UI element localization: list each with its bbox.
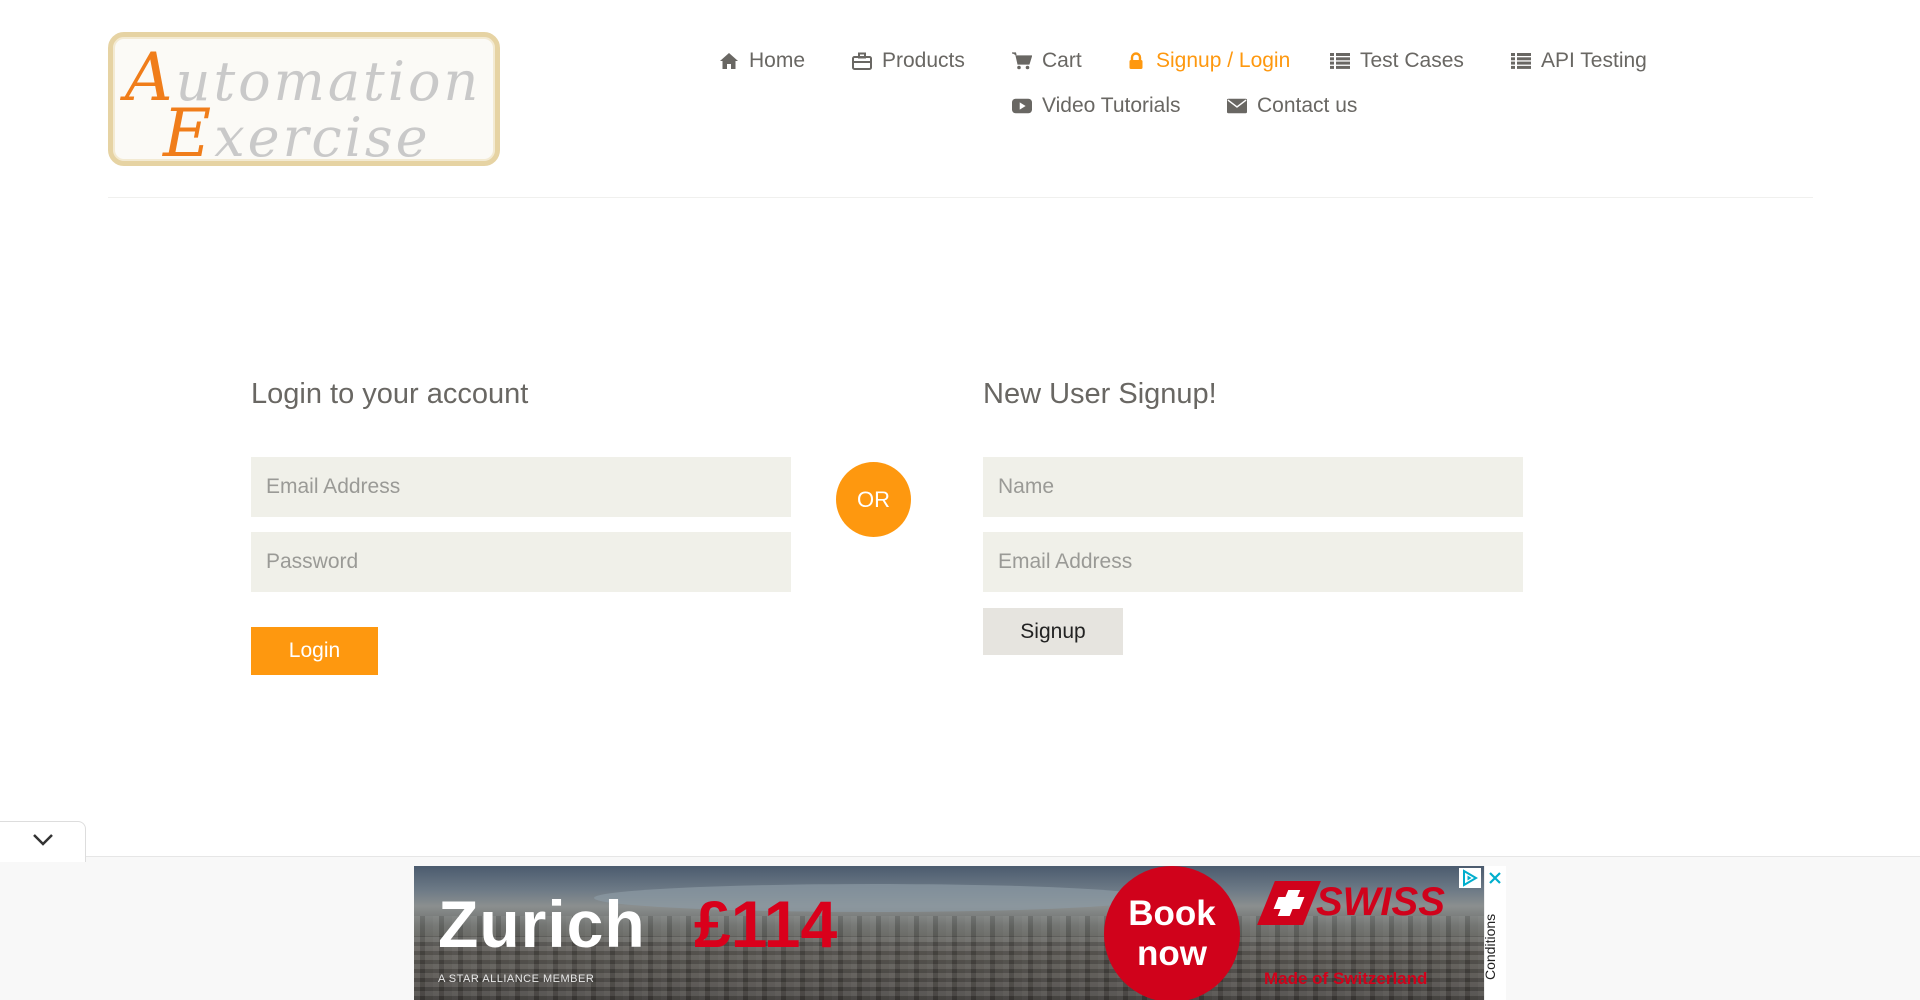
envelope-icon xyxy=(1227,96,1247,116)
signup-name-input[interactable] xyxy=(983,457,1523,517)
nav-signup-login-label: Signup / Login xyxy=(1156,49,1291,72)
ad-book-line2: now xyxy=(1137,934,1207,973)
nav-cart-label: Cart xyxy=(1042,49,1082,72)
nav-api-testing-label: API Testing xyxy=(1541,49,1647,72)
login-title: Login to your account xyxy=(251,378,529,410)
login-button[interactable]: Login xyxy=(251,627,378,675)
nav-home-label: Home xyxy=(749,49,806,72)
ad-lake-image xyxy=(594,884,1154,912)
ad-banner[interactable]: Zurich £114 A STAR ALLIANCE MEMBER Book … xyxy=(414,866,1484,1000)
ad-brand-logo: SWISS xyxy=(1257,880,1445,925)
ad-city-name: Zurich xyxy=(438,887,646,961)
nav-video-tutorials[interactable]: Video Tutorials xyxy=(1012,91,1181,121)
briefcase-icon xyxy=(852,51,872,71)
nav-contact-us[interactable]: Contact us xyxy=(1227,91,1357,121)
logo-text-line2: Exercise xyxy=(163,95,431,172)
or-divider: OR xyxy=(836,462,911,537)
nav-test-cases[interactable]: Test Cases xyxy=(1330,46,1464,76)
login-email-input[interactable] xyxy=(251,457,791,517)
ad-alliance-text: A STAR ALLIANCE MEMBER xyxy=(438,973,595,985)
close-icon[interactable] xyxy=(1485,868,1505,888)
ad-choices-icon[interactable] xyxy=(1459,868,1481,888)
lock-icon xyxy=(1126,51,1146,71)
list-icon xyxy=(1511,51,1531,71)
ad-collapse-toggle[interactable] xyxy=(0,821,86,862)
nav-home[interactable]: Home xyxy=(719,46,805,76)
ad-price: £114 xyxy=(694,887,838,961)
swiss-cross-icon xyxy=(1257,880,1321,925)
nav-signup-login[interactable]: Signup / Login xyxy=(1126,46,1290,76)
nav-cart[interactable]: Cart xyxy=(1012,46,1082,76)
signup-button[interactable]: Signup xyxy=(983,608,1123,655)
ad-book-line1: Book xyxy=(1128,894,1216,933)
login-password-input[interactable] xyxy=(251,532,791,592)
nav-products[interactable]: Products xyxy=(852,46,965,76)
nav-contact-us-label: Contact us xyxy=(1257,94,1358,117)
list-icon xyxy=(1330,51,1350,71)
site-logo[interactable]: Automation Exercise xyxy=(108,32,500,172)
chevron-down-icon xyxy=(32,833,54,852)
nav-products-label: Products xyxy=(882,49,965,72)
ad-tagline: Made of Switzerland xyxy=(1264,969,1428,988)
youtube-play-icon xyxy=(1012,96,1032,116)
signup-title: New User Signup! xyxy=(983,378,1217,410)
ad-brand-name: SWISS xyxy=(1316,880,1445,924)
header-divider xyxy=(108,197,1813,198)
nav-video-tutorials-label: Video Tutorials xyxy=(1042,94,1181,117)
cart-icon xyxy=(1012,51,1032,71)
nav-test-cases-label: Test Cases xyxy=(1360,49,1464,72)
home-icon xyxy=(719,51,739,71)
ad-conditions-link[interactable]: Conditions xyxy=(1482,914,1498,980)
ad-book-now-button[interactable]: Book now xyxy=(1104,866,1240,1000)
signup-email-input[interactable] xyxy=(983,532,1523,592)
nav-api-testing[interactable]: API Testing xyxy=(1511,46,1647,76)
